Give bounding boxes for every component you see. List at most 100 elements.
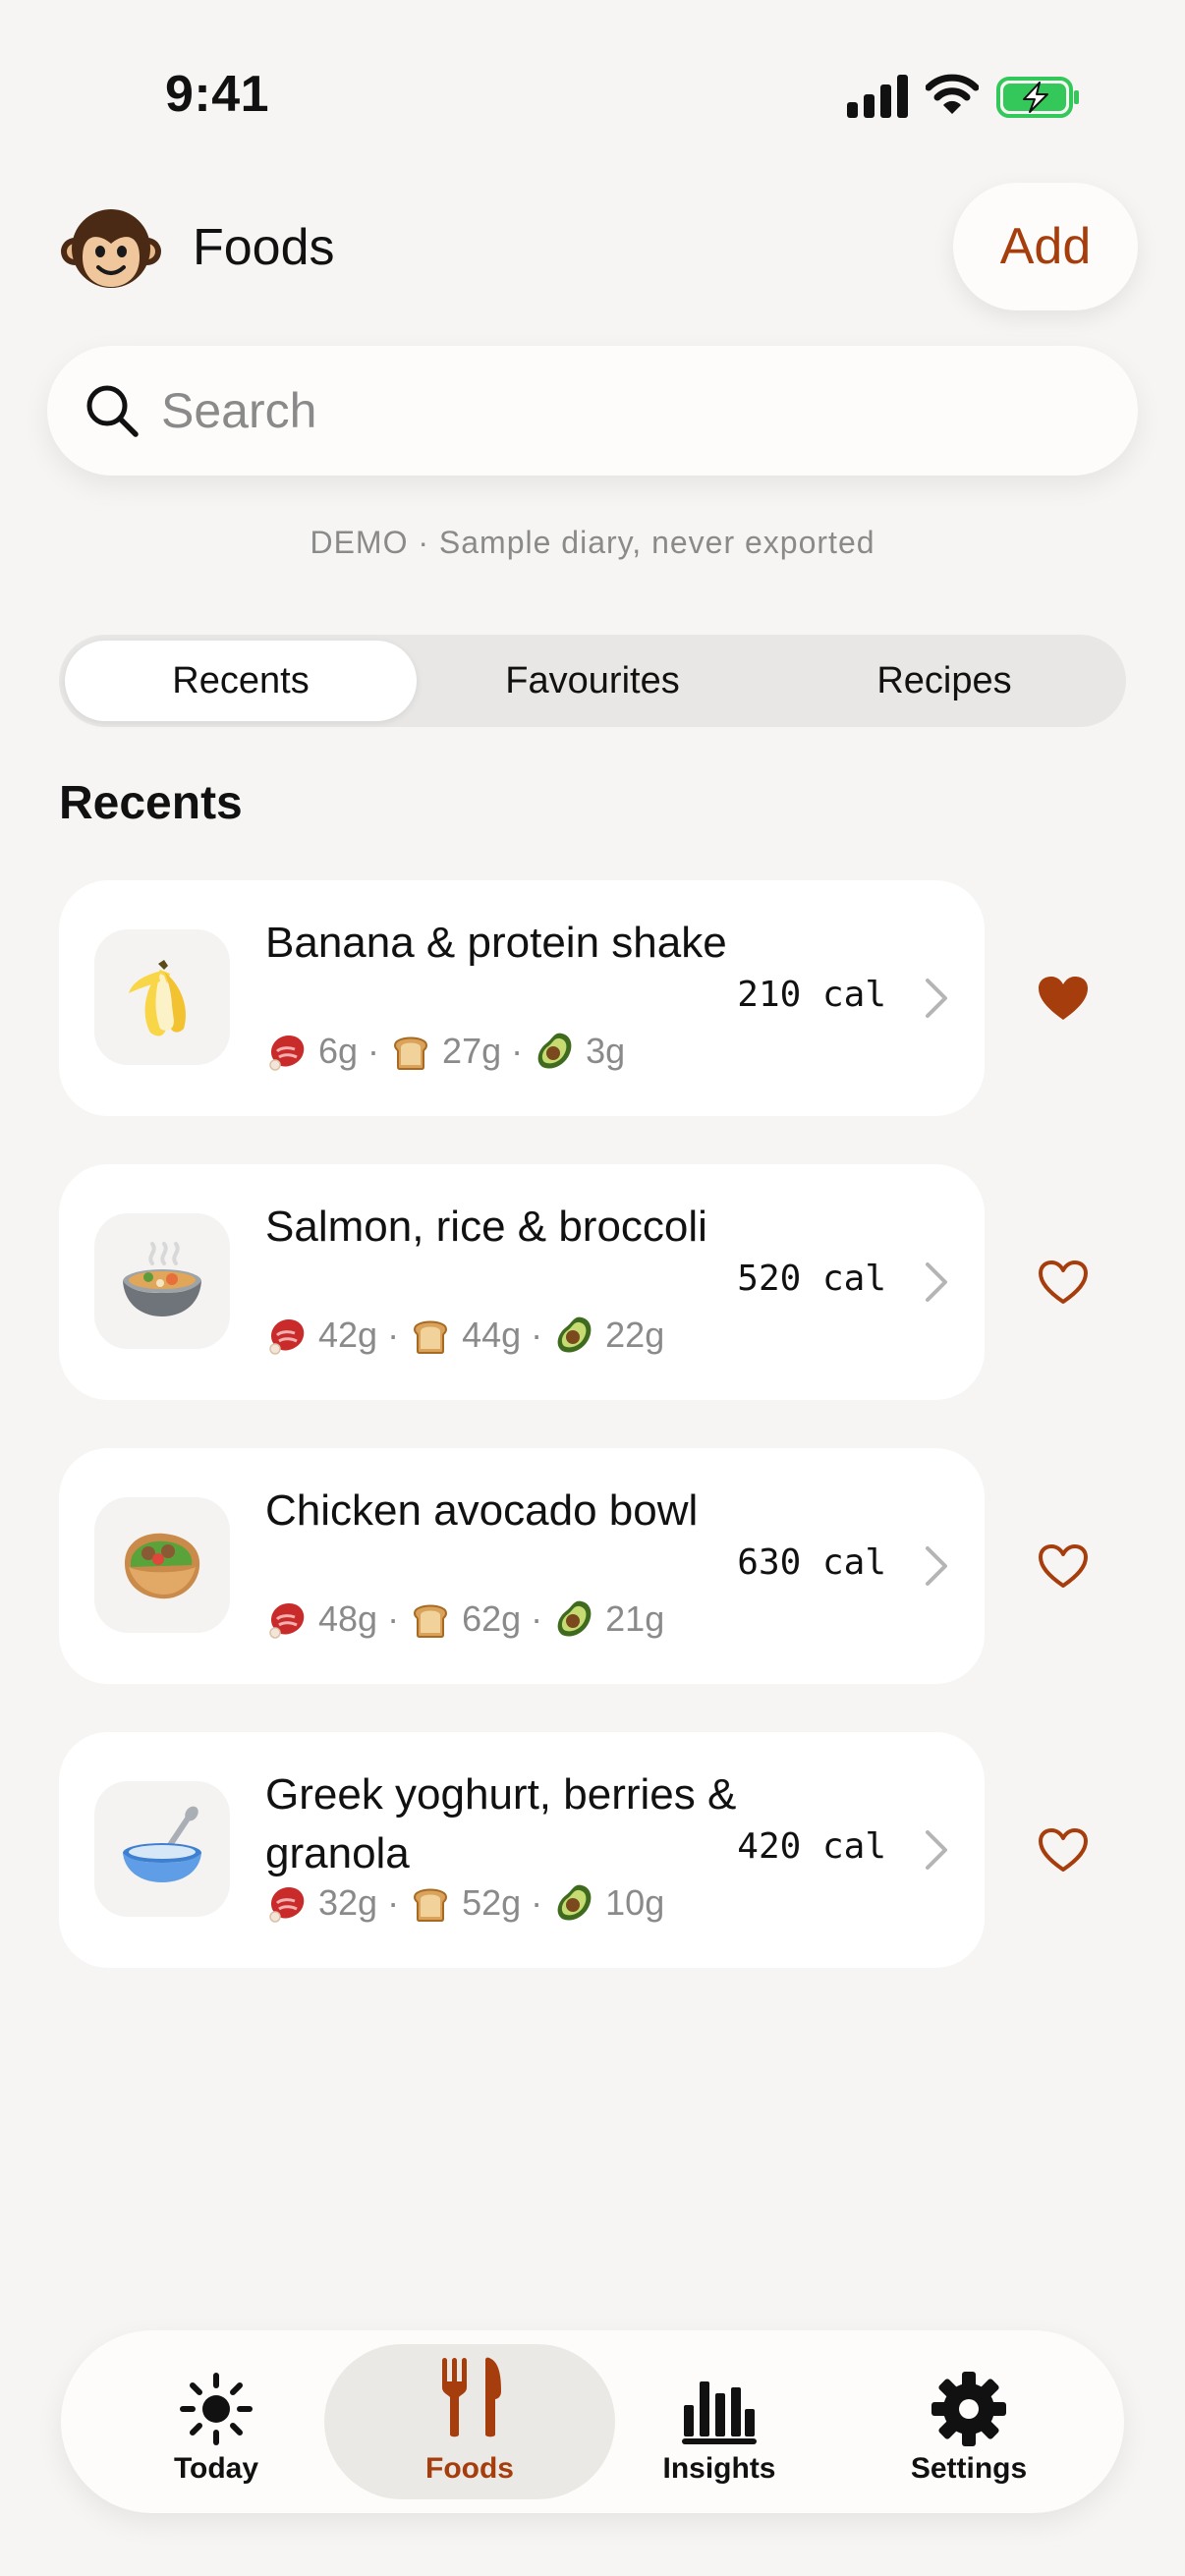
food-name: Salmon, rice & broccoli [265, 1203, 707, 1251]
stuffed-flatbread-icon [125, 1533, 200, 1599]
separator: · [531, 1315, 543, 1355]
chevron-right-icon [926, 979, 947, 1018]
cellular-signal-icon [847, 75, 908, 118]
tab-recipes[interactable]: Recipes [768, 641, 1120, 721]
carbs-value: 52g [462, 1882, 522, 1923]
protein-value: 32g [318, 1882, 378, 1923]
battery-charging-icon [996, 77, 1079, 118]
nav-label: Settings [910, 2452, 1028, 2485]
header: Foods Add [0, 183, 1185, 312]
search-bar[interactable] [47, 346, 1138, 476]
fork-knife-icon [442, 2357, 501, 2437]
separator: · [531, 1598, 543, 1639]
nav-label: Foods [425, 2452, 514, 2485]
nav-insights[interactable]: Insights [574, 2344, 865, 2499]
tab-recents[interactable]: Recents [65, 641, 417, 721]
avocado-icon [552, 1881, 595, 1925]
separator: · [387, 1315, 400, 1355]
food-list-item: Salmon, rice & broccoli 42g · 44g · 22g … [59, 1164, 1179, 1400]
nav-today[interactable]: Today [71, 2344, 362, 2499]
nav-settings[interactable]: Settings [823, 2344, 1114, 2499]
chevron-right-icon [926, 1262, 947, 1302]
macros: 6g · 27g · 3g [265, 1030, 625, 1073]
sun-icon [180, 2373, 253, 2445]
fat-value: 10g [605, 1882, 665, 1923]
nav-foods[interactable]: Foods [324, 2344, 615, 2499]
separator: · [367, 1031, 380, 1071]
status-time: 9:41 [165, 66, 270, 123]
separator: · [387, 1598, 400, 1639]
food-thumbnail [94, 1781, 230, 1917]
heart-outline-icon [1039, 1260, 1088, 1304]
meat-icon [265, 1314, 309, 1357]
food-card[interactable]: Chicken avocado bowl 48g · 62g · 21g 630… [59, 1448, 985, 1684]
heart-filled-icon [1039, 977, 1088, 1020]
meat-icon [265, 1881, 309, 1925]
carbs-value: 27g [442, 1031, 502, 1071]
food-name: Chicken avocado bowl [265, 1486, 699, 1535]
food-thumbnail [94, 1497, 230, 1633]
banana-icon [129, 960, 186, 1036]
tab-favourites[interactable]: Favourites [417, 641, 768, 721]
page-title: Foods [193, 219, 335, 276]
section-title: Recents [59, 777, 243, 829]
food-list-item: Chicken avocado bowl 48g · 62g · 21g 630… [59, 1448, 1179, 1684]
chevron-right-icon [926, 1830, 947, 1870]
fat-value: 3g [586, 1031, 626, 1071]
monkey-face-icon [61, 209, 161, 288]
protein-value: 48g [318, 1598, 378, 1639]
pot-of-food-icon [123, 1242, 201, 1316]
status-bar: 9:41 [0, 0, 1185, 196]
segmented-control: Recents Favourites Recipes [59, 635, 1126, 727]
wifi-icon [926, 74, 979, 114]
calories: 630 cal [737, 1542, 886, 1583]
avocado-icon [552, 1314, 595, 1357]
carbs-value: 44g [462, 1315, 522, 1355]
carbs-value: 62g [462, 1598, 522, 1639]
meat-icon [265, 1030, 309, 1073]
macros: 32g · 52g · 10g [265, 1881, 664, 1925]
calories: 210 cal [737, 975, 886, 1015]
macros: 48g · 62g · 21g [265, 1597, 664, 1641]
macros: 42g · 44g · 22g [265, 1314, 664, 1357]
food-list-item: Greek yoghurt, berries & granola 32g · 5… [59, 1732, 1179, 1968]
demo-note: DEMO · Sample diary, never exported [310, 525, 875, 560]
bread-icon [389, 1030, 432, 1073]
bread-icon [409, 1881, 452, 1925]
food-name: Greek yoghurt, berries & granola [265, 1770, 737, 1877]
fat-value: 21g [605, 1598, 665, 1639]
bread-icon [409, 1597, 452, 1641]
avocado-icon [552, 1597, 595, 1641]
bowl-with-spoon-icon [123, 1806, 201, 1882]
gear-icon [931, 2372, 1006, 2446]
calories: 420 cal [737, 1826, 886, 1867]
add-button[interactable]: Add [953, 183, 1138, 310]
heart-outline-icon [1039, 1828, 1088, 1872]
calories: 520 cal [737, 1259, 886, 1299]
favourite-button[interactable] [1024, 1243, 1102, 1321]
protein-value: 6g [318, 1031, 359, 1071]
food-name: Banana & protein shake [265, 919, 727, 967]
favourite-button[interactable] [1024, 1527, 1102, 1605]
avocado-icon [533, 1030, 576, 1073]
food-card[interactable]: Banana & protein shake 6g · 27g · 3g 210… [59, 880, 985, 1116]
favourite-button[interactable] [1024, 959, 1102, 1037]
nav-label: Insights [662, 2452, 776, 2485]
food-card[interactable]: Greek yoghurt, berries & granola 32g · 5… [59, 1732, 985, 1968]
search-icon [86, 385, 139, 437]
favourite-button[interactable] [1024, 1811, 1102, 1889]
food-list-item: Banana & protein shake 6g · 27g · 3g 210… [59, 880, 1179, 1116]
bar-chart-icon [682, 2381, 757, 2444]
food-card[interactable]: Salmon, rice & broccoli 42g · 44g · 22g … [59, 1164, 985, 1400]
food-thumbnail [94, 929, 230, 1065]
separator: · [511, 1031, 524, 1071]
separator: · [387, 1882, 400, 1923]
separator: · [531, 1882, 543, 1923]
nav-label: Today [173, 2452, 259, 2485]
chevron-right-icon [926, 1546, 947, 1586]
search-input[interactable] [161, 346, 1045, 476]
meat-icon [265, 1597, 309, 1641]
food-thumbnail [94, 1213, 230, 1349]
fat-value: 22g [605, 1315, 665, 1355]
bread-icon [409, 1314, 452, 1357]
